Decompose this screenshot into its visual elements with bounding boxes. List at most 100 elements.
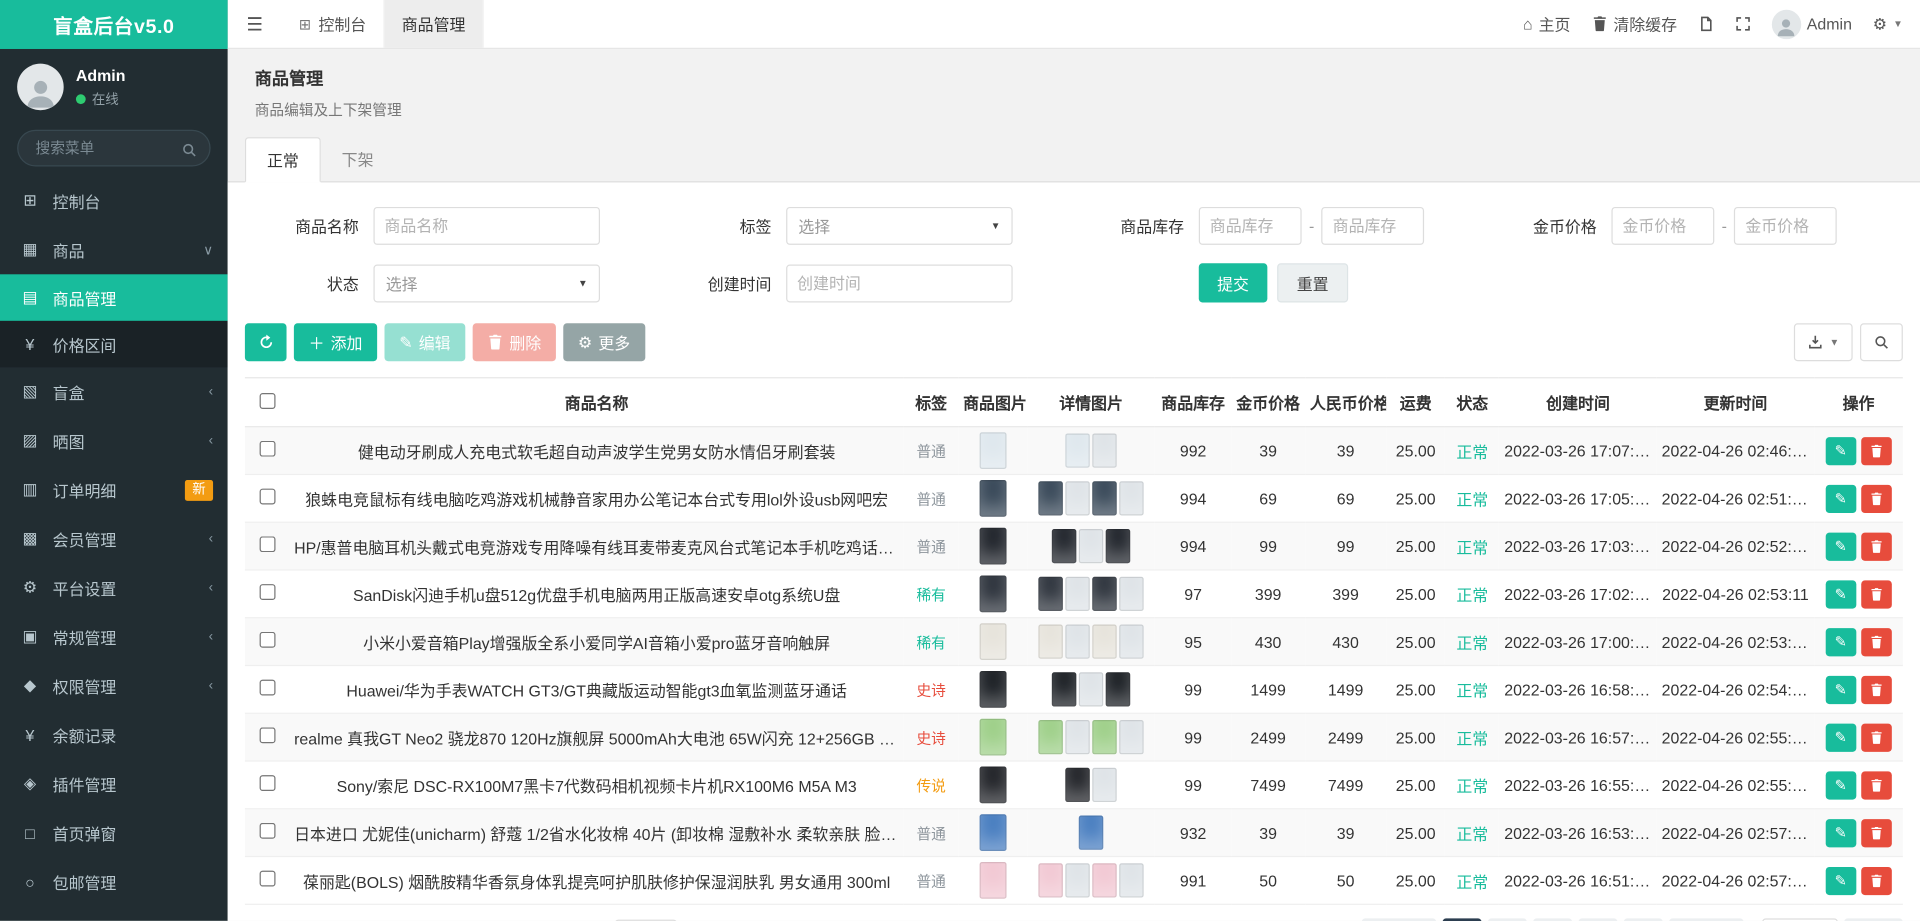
sidebar-item-home-popup[interactable]: □ 首页弹窗 xyxy=(0,808,228,857)
row-edit-button[interactable]: ✎ xyxy=(1825,819,1856,847)
product-image-thumb[interactable] xyxy=(979,719,1006,756)
detail-image-thumb[interactable] xyxy=(1038,624,1062,658)
row-delete-button[interactable] xyxy=(1861,580,1892,608)
detail-image-thumb[interactable] xyxy=(1092,863,1116,897)
product-image-thumb[interactable] xyxy=(979,671,1006,708)
detail-image-thumb[interactable] xyxy=(1065,481,1089,515)
detail-image-thumb[interactable] xyxy=(1052,529,1076,563)
col-created[interactable]: 创建时间 xyxy=(1499,378,1656,427)
sidebar-item-product-manage[interactable]: ▤ 商品管理 xyxy=(0,274,228,321)
delete-button-disabled[interactable]: 删除 xyxy=(473,323,556,361)
row-edit-button[interactable]: ✎ xyxy=(1825,437,1856,465)
fullscreen-button[interactable] xyxy=(1735,16,1751,32)
sidebar-item-platform-settings[interactable]: ⚙ 平台设置 ‹ xyxy=(0,563,228,612)
gold-min-input[interactable] xyxy=(1611,207,1714,245)
search-toggle-button[interactable] xyxy=(1860,323,1903,361)
row-delete-button[interactable] xyxy=(1861,628,1892,656)
detail-image-thumb[interactable] xyxy=(1092,433,1116,467)
col-product-image[interactable]: 商品图片 xyxy=(958,378,1027,427)
sidebar-item-product[interactable]: ▦ 商品 ∨ xyxy=(0,225,228,274)
row-delete-button[interactable] xyxy=(1861,532,1892,560)
sidebar-item-photos[interactable]: ▨ 晒图 ‹ xyxy=(0,416,228,465)
col-name[interactable]: 商品名称 xyxy=(289,378,904,427)
row-edit-button[interactable]: ✎ xyxy=(1825,866,1856,894)
col-tag[interactable]: 标签 xyxy=(904,378,958,427)
col-stock[interactable]: 商品库存 xyxy=(1155,378,1231,427)
gold-max-input[interactable] xyxy=(1734,207,1837,245)
sidebar-item-dashboard[interactable]: ⊞ 控制台 xyxy=(0,176,228,225)
reset-button[interactable]: 重置 xyxy=(1277,263,1348,302)
row-edit-button[interactable]: ✎ xyxy=(1825,628,1856,656)
col-rmb-price[interactable]: 人民币价格 xyxy=(1305,378,1386,427)
detail-image-thumb[interactable] xyxy=(1119,481,1143,515)
detail-image-thumb[interactable] xyxy=(1079,816,1103,850)
row-checkbox[interactable] xyxy=(259,775,275,791)
col-detail-images[interactable]: 详情图片 xyxy=(1027,378,1155,427)
stock-max-input[interactable] xyxy=(1322,207,1425,245)
detail-image-thumb[interactable] xyxy=(1119,624,1143,658)
tab-normal[interactable]: 正常 xyxy=(245,137,321,182)
sidebar-item-permissions[interactable]: ◆ 权限管理 ‹ xyxy=(0,661,228,710)
detail-image-thumb[interactable] xyxy=(1092,768,1116,802)
topbar-tab-dashboard[interactable]: ⊞ 控制台 xyxy=(282,0,385,48)
stock-min-input[interactable] xyxy=(1199,207,1302,245)
document-button[interactable] xyxy=(1698,16,1714,32)
row-delete-button[interactable] xyxy=(1861,437,1892,465)
more-button[interactable]: ⚙ 更多 xyxy=(563,323,645,361)
col-status[interactable]: 状态 xyxy=(1445,378,1499,427)
clear-cache-button[interactable]: 清除缓存 xyxy=(1591,12,1677,35)
row-delete-button[interactable] xyxy=(1861,866,1892,894)
col-freight[interactable]: 运费 xyxy=(1386,378,1445,427)
sidebar-item-price-range[interactable]: ¥ 价格区间 xyxy=(0,321,228,368)
detail-image-thumb[interactable] xyxy=(1065,863,1089,897)
sidebar-item-orders[interactable]: ▥ 订单明细 新 xyxy=(0,465,228,514)
refresh-button[interactable] xyxy=(245,323,287,361)
detail-image-thumb[interactable] xyxy=(1038,863,1062,897)
row-checkbox[interactable] xyxy=(259,680,275,696)
row-delete-button[interactable] xyxy=(1861,771,1892,799)
tag-select[interactable]: 选择 ▼ xyxy=(786,207,1013,245)
detail-image-thumb[interactable] xyxy=(1065,433,1089,467)
row-edit-button[interactable]: ✎ xyxy=(1825,723,1856,751)
topbar-tab-product-manage[interactable]: 商品管理 xyxy=(385,0,484,48)
search-icon[interactable] xyxy=(181,140,197,162)
sidebar-item-plugins[interactable]: ◈ 插件管理 xyxy=(0,759,228,808)
row-checkbox[interactable] xyxy=(259,871,275,887)
select-all-checkbox[interactable] xyxy=(259,392,275,408)
sidebar-item-balance-log[interactable]: ¥ 余额记录 xyxy=(0,710,228,759)
detail-image-thumb[interactable] xyxy=(1038,481,1062,515)
row-checkbox[interactable] xyxy=(259,823,275,839)
sidebar-item-free-shipping[interactable]: ○ 包邮管理 xyxy=(0,857,228,906)
row-checkbox[interactable] xyxy=(259,727,275,743)
detail-image-thumb[interactable] xyxy=(1092,481,1116,515)
detail-image-thumb[interactable] xyxy=(1106,672,1130,706)
row-delete-button[interactable] xyxy=(1861,675,1892,703)
row-checkbox[interactable] xyxy=(259,489,275,505)
detail-image-thumb[interactable] xyxy=(1092,720,1116,754)
hamburger-menu-icon[interactable]: ☰ xyxy=(228,0,282,48)
detail-image-thumb[interactable] xyxy=(1092,577,1116,611)
tab-offshelf[interactable]: 下架 xyxy=(321,137,394,181)
product-image-thumb[interactable] xyxy=(979,528,1006,565)
row-edit-button[interactable]: ✎ xyxy=(1825,675,1856,703)
detail-image-thumb[interactable] xyxy=(1038,720,1062,754)
brand[interactable]: 盲盒后台v5.0 xyxy=(0,0,228,49)
edit-button-disabled[interactable]: ✎ 编辑 xyxy=(385,323,466,361)
detail-image-thumb[interactable] xyxy=(1092,624,1116,658)
col-gold-price[interactable]: 金币价格 xyxy=(1231,378,1305,427)
product-image-thumb[interactable] xyxy=(979,862,1006,899)
detail-image-thumb[interactable] xyxy=(1065,720,1089,754)
product-image-thumb[interactable] xyxy=(979,432,1006,469)
row-delete-button[interactable] xyxy=(1861,484,1892,512)
detail-image-thumb[interactable] xyxy=(1052,672,1076,706)
detail-image-thumb[interactable] xyxy=(1065,768,1089,802)
detail-image-thumb[interactable] xyxy=(1106,529,1130,563)
row-edit-button[interactable]: ✎ xyxy=(1825,771,1856,799)
user-menu[interactable]: Admin xyxy=(1771,9,1852,38)
status-select[interactable]: 选择 ▼ xyxy=(373,264,600,302)
row-checkbox[interactable] xyxy=(259,584,275,600)
row-edit-button[interactable]: ✎ xyxy=(1825,484,1856,512)
product-image-thumb[interactable] xyxy=(979,480,1006,517)
detail-image-thumb[interactable] xyxy=(1065,577,1089,611)
sidebar-item-members[interactable]: ▩ 会员管理 ‹ xyxy=(0,514,228,563)
